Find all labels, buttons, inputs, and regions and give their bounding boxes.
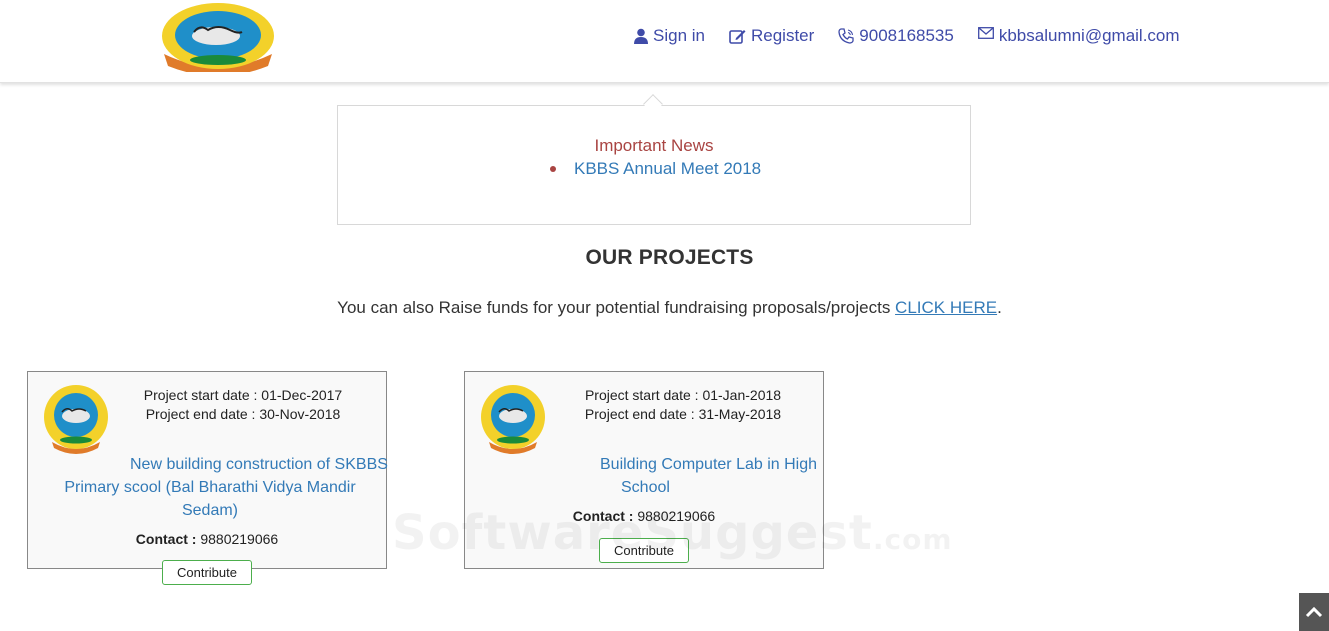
project-card: Project start date : 01-Dec-2017 Project… bbox=[27, 371, 388, 569]
click-here-link[interactable]: CLICK HERE bbox=[895, 298, 997, 317]
phone-label: 9008168535 bbox=[859, 26, 954, 45]
news-item-label: KBBS Annual Meet 2018 bbox=[574, 159, 762, 178]
email-link[interactable]: kbbsalumni@gmail.com bbox=[977, 26, 1180, 46]
register-link[interactable]: Register bbox=[729, 26, 814, 46]
site-header: Sign in Register 9008168535 kbbsalumni@g… bbox=[0, 0, 1329, 83]
user-icon bbox=[634, 28, 648, 44]
project-logo bbox=[477, 384, 549, 454]
chevron-up-icon bbox=[1305, 606, 1323, 618]
phone-link[interactable]: 9008168535 bbox=[838, 26, 954, 46]
raise-funds-label: You can also Raise funds for your potent… bbox=[337, 298, 896, 317]
contribute-button[interactable]: Contribute bbox=[162, 560, 252, 585]
phone-icon bbox=[838, 28, 854, 44]
signin-link[interactable]: Sign in bbox=[634, 26, 705, 46]
register-label: Register bbox=[750, 26, 815, 45]
section-title: OUR PROJECTS bbox=[585, 246, 754, 269]
news-box: Important News KBBS Annual Meet 2018 bbox=[337, 105, 971, 225]
end-date: Project end date : 31-May-2018 bbox=[584, 406, 782, 422]
news-list: KBBS Annual Meet 2018 bbox=[550, 159, 761, 179]
news-item[interactable]: KBBS Annual Meet 2018 bbox=[550, 159, 761, 179]
project-contact: Contact : 9880219066 bbox=[135, 531, 279, 547]
watermark: SoftwareSuggest.com bbox=[392, 505, 953, 561]
envelope-icon bbox=[977, 27, 994, 39]
signin-label: Sign in bbox=[653, 26, 705, 45]
raise-funds-end: . bbox=[997, 298, 1002, 317]
email-label: kbbsalumni@gmail.com bbox=[998, 26, 1180, 45]
bullet-icon bbox=[550, 166, 556, 172]
news-title: Important News bbox=[594, 136, 714, 155]
project-dates: Project start date : 01-Dec-2017 Project… bbox=[123, 386, 363, 424]
project-title-link[interactable]: Building Computer Lab in High School bbox=[525, 453, 835, 499]
start-date: Project start date : 01-Jan-2018 bbox=[584, 387, 782, 403]
project-logo bbox=[40, 384, 112, 454]
site-logo[interactable] bbox=[158, 2, 278, 76]
start-date: Project start date : 01-Dec-2017 bbox=[143, 387, 343, 403]
end-date: Project end date : 30-Nov-2018 bbox=[145, 406, 341, 422]
project-title-link[interactable]: New building construction of SKBBS Prima… bbox=[50, 453, 388, 522]
scroll-top-button[interactable] bbox=[1299, 593, 1329, 631]
project-dates: Project start date : 01-Jan-2018 Project… bbox=[563, 386, 803, 424]
edit-icon bbox=[729, 30, 746, 44]
raise-funds-text: You can also Raise funds for your potent… bbox=[0, 298, 1329, 318]
top-nav: Sign in Register 9008168535 kbbsalumni@g… bbox=[634, 26, 1180, 46]
